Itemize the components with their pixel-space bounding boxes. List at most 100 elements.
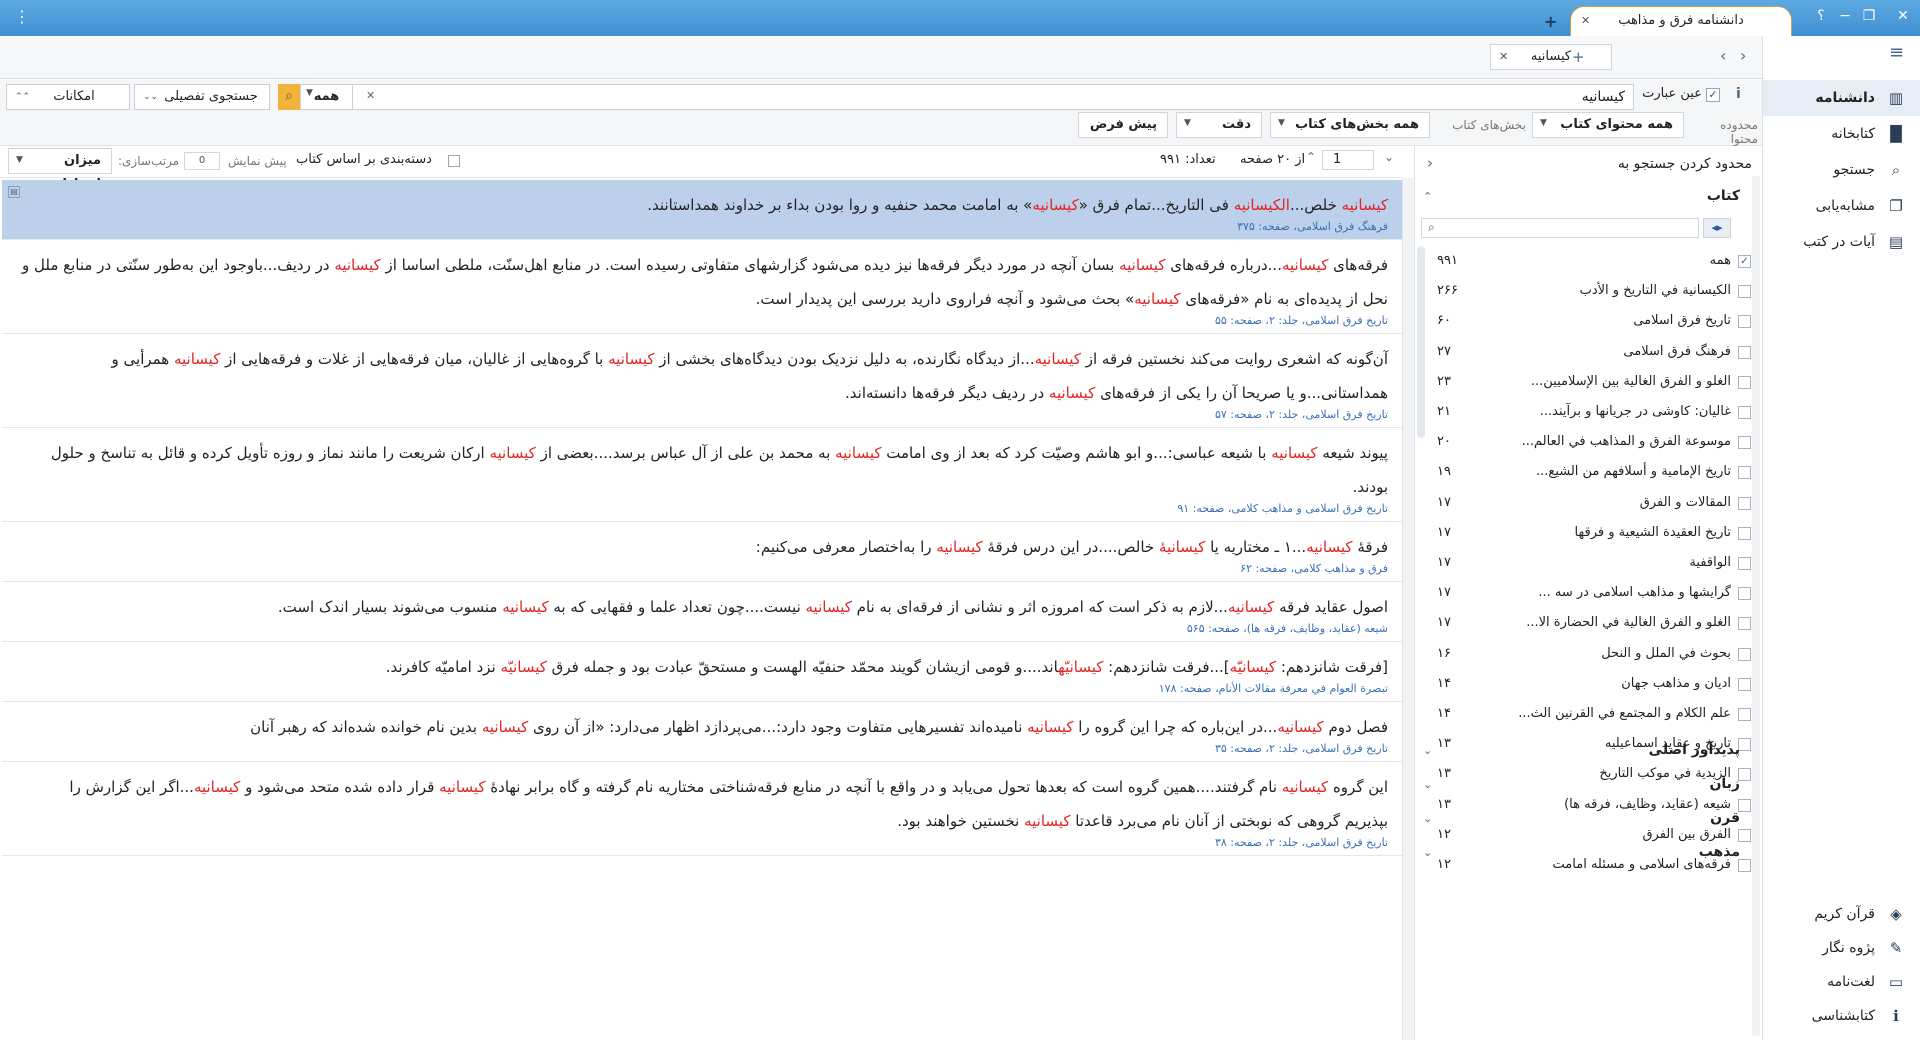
preview-value[interactable]: 0 xyxy=(184,152,220,170)
book-checkbox[interactable] xyxy=(1738,406,1751,419)
book-checkbox[interactable] xyxy=(1738,859,1751,872)
group-by-book-checkbox[interactable] xyxy=(448,155,460,167)
book-filter-row[interactable]: ۱۹ تاريخ الإمامية و أسلافهم من الشيع... xyxy=(1415,457,1763,488)
book-filter-row[interactable]: ۱۷ الواقفية xyxy=(1415,548,1763,579)
result-item[interactable]: فرقۀ کیسانیه...۱ ـ مختاریه یا کیسانیۀ خا… xyxy=(2,522,1402,582)
range-select[interactable]: همه محتوای کتاب xyxy=(1532,112,1684,138)
book-filter-row[interactable]: ۹۹۱ همه ✓ xyxy=(1415,246,1763,277)
tab-back-icon[interactable]: ‹ xyxy=(1720,46,1726,65)
chevron-up-icon[interactable]: ⌃ xyxy=(1423,190,1432,203)
help-button[interactable]: ؟ xyxy=(1812,8,1830,24)
result-item[interactable]: کیسانیه خلص...الکیسانیه فی التاریخ...تما… xyxy=(2,180,1402,240)
nav-item-4[interactable]: آیات در کتب ▤ xyxy=(1763,224,1920,260)
result-item[interactable]: فصل دوم کیسانیه...در این‌باره که چرا این… xyxy=(2,702,1402,762)
page-down-icon[interactable]: ⌄ xyxy=(1384,150,1394,164)
book-checkbox[interactable] xyxy=(1738,617,1751,631)
chevron-down-icon[interactable]: ⌄ xyxy=(1423,744,1432,757)
book-filter-input[interactable]: ⌕ xyxy=(1421,218,1699,238)
window-tab[interactable]: ✕ دانشنامه فرق و مذاهب xyxy=(1570,6,1792,36)
book-filter-button[interactable]: ◂▸ xyxy=(1703,218,1731,238)
options-button[interactable]: ⌃⌃ امکانات xyxy=(6,84,130,110)
filter-section-heading[interactable]: مذهب xyxy=(1699,844,1740,860)
tab-kaysaniyya[interactable]: ✕ کیسانیه xyxy=(1490,44,1612,70)
book-filter-row[interactable]: ۱۷ المقالات و الفرق xyxy=(1415,488,1763,519)
result-item[interactable]: پیوند شیعه کیسانیه با شیعه عباسی:...و اب… xyxy=(2,428,1402,522)
nav-bottom-item-1[interactable]: پژوه نگار ✎ xyxy=(1763,930,1920,966)
sort-select[interactable]: میزان ارتباط xyxy=(8,148,112,192)
result-item[interactable]: آن‌گونه که اشعری روایت می‌کند نخستین فرق… xyxy=(2,334,1402,428)
book-filter-row[interactable]: ۱۷ الغلو و الفرق الغالية في الحضارة الا..… xyxy=(1415,608,1763,639)
chevron-down-icon[interactable]: ▼ xyxy=(306,88,313,98)
nav-item-2[interactable]: جستجو ⌕ xyxy=(1763,152,1920,188)
book-checkbox[interactable] xyxy=(1738,557,1751,570)
exact-phrase-checkbox[interactable]: ✓ xyxy=(1706,88,1720,102)
restore-window-button[interactable]: ❐ xyxy=(1860,8,1878,24)
book-filter-row[interactable]: ۱۴ ادیان و مذاهب جهان xyxy=(1415,669,1763,700)
book-checkbox[interactable] xyxy=(1738,828,1751,842)
book-filter-row[interactable]: ۲۳ الغلو و الفرق الغالية بين الإسلاميين..… xyxy=(1415,367,1763,398)
book-checkbox[interactable] xyxy=(1738,285,1751,299)
page-number-input[interactable]: 1 xyxy=(1322,150,1374,170)
close-tab-icon[interactable]: ✕ xyxy=(1499,45,1508,69)
search-input[interactable]: کیسانیه xyxy=(352,84,1634,110)
book-checkbox[interactable] xyxy=(1738,436,1751,450)
filter-section-heading[interactable]: قرن xyxy=(1710,810,1740,826)
result-source-link[interactable]: تاریخ فرق اسلامی و مذاهب کلامی، صفحه: ۹۱ xyxy=(22,502,1388,515)
book-checkbox[interactable]: ✓ xyxy=(1738,255,1751,268)
result-item[interactable]: [فرقت شانزدهم: کیسانیّه]...فرقت شانزدهم:… xyxy=(2,642,1402,702)
nav-item-3[interactable]: مشابه‌یابی ❐ xyxy=(1763,188,1920,224)
book-checkbox[interactable] xyxy=(1738,677,1751,691)
book-filter-row[interactable]: ۲۷ فرهنگ فرق اسلامی xyxy=(1415,337,1763,368)
collapse-panel-icon[interactable]: › xyxy=(1427,154,1433,172)
book-filter-row[interactable]: ۱۷ گرایشها و مذاهب اسلامی در سه ... xyxy=(1415,578,1763,609)
menu-icon[interactable]: ⋮ xyxy=(14,7,30,26)
expand-icon[interactable]: ▤ xyxy=(8,186,20,198)
filter-section-heading[interactable]: پدیدآور اصلی xyxy=(1649,742,1740,758)
result-item[interactable]: فرقه‌های کیسانیه...درباره فرقه‌های کیسان… xyxy=(2,240,1402,334)
parts-select[interactable]: همه بخش‌های کتاب xyxy=(1270,112,1430,138)
search-button[interactable]: ⌕ xyxy=(278,84,300,110)
book-filter-row[interactable]: ۲۰ موسوعة الفرق و المذاهب في العالم... xyxy=(1415,427,1763,458)
results-scrollbar[interactable] xyxy=(1402,178,1414,1040)
nav-bottom-item-2[interactable]: لغت‌نامه ▭ xyxy=(1763,964,1920,1000)
book-filter-row[interactable]: ۲۱ غالیان: کاوشی در جریانها و برآیند... xyxy=(1415,397,1763,428)
book-checkbox[interactable] xyxy=(1738,647,1751,661)
chevron-down-icon[interactable]: ⌄ xyxy=(1423,778,1432,791)
book-filter-row[interactable]: ۱۴ علم الكلام و المجتمع في القرنين الث... xyxy=(1415,699,1763,730)
hamburger-icon[interactable]: ≡ xyxy=(1889,42,1904,63)
clear-search-icon[interactable]: ✕ xyxy=(366,89,375,102)
close-tab-icon[interactable]: ✕ xyxy=(1581,7,1590,35)
add-tab-button[interactable]: + xyxy=(1572,48,1585,66)
chevron-down-icon[interactable]: ▼ xyxy=(1540,118,1547,128)
book-filter-row[interactable]: ۶۰ تاریخ فرق اسلامی xyxy=(1415,306,1763,337)
advanced-search-button[interactable]: ⌄⌄ جستجوی تفصیلی xyxy=(134,84,270,110)
close-window-button[interactable]: ✕ xyxy=(1894,8,1912,24)
chevron-down-icon[interactable]: ▼ xyxy=(1278,118,1285,128)
nav-bottom-item-0[interactable]: قرآن کریم ◈ xyxy=(1763,896,1920,932)
book-checkbox[interactable] xyxy=(1738,708,1751,721)
chevron-down-icon[interactable]: ⌄ xyxy=(1423,812,1432,825)
chevron-down-icon[interactable]: ▼ xyxy=(16,155,23,165)
book-filter-row[interactable]: ۲۶۶ الكيسانية في التاريخ و الأدب xyxy=(1415,276,1763,307)
book-filter-row[interactable]: ۱۷ تاريخ العقيدة الشيعية و فرقها xyxy=(1415,518,1763,549)
nav-bottom-item-3[interactable]: کتابشناسی ℹ xyxy=(1763,998,1920,1034)
nav-item-1[interactable]: کتابخانه ▐▌ xyxy=(1763,116,1920,152)
tab-forward-icon[interactable]: › xyxy=(1740,46,1746,65)
nav-item-0[interactable]: دانشنامه ▥ xyxy=(1763,80,1920,116)
book-checkbox[interactable] xyxy=(1738,496,1751,510)
book-checkbox[interactable] xyxy=(1738,587,1751,601)
book-checkbox[interactable] xyxy=(1738,375,1751,389)
minimize-window-button[interactable]: − xyxy=(1836,8,1854,24)
default-select[interactable]: پیش فرض xyxy=(1078,112,1168,138)
chevron-down-icon[interactable]: ⌄ xyxy=(1423,846,1432,859)
info-icon[interactable]: i xyxy=(1736,86,1741,102)
book-filter-row[interactable]: ۱۶ بحوث في الملل و النحل xyxy=(1415,639,1763,670)
book-checkbox[interactable] xyxy=(1738,315,1751,329)
chevron-down-icon[interactable]: ▼ xyxy=(1184,118,1191,128)
book-checkbox[interactable] xyxy=(1738,526,1751,540)
result-item[interactable]: این گروه کیسانیه نام گرفتند....همین گروه… xyxy=(2,762,1402,856)
book-checkbox[interactable] xyxy=(1738,345,1751,359)
result-item[interactable]: اصول عقاید فرقه کیسانیه...لازم به ذکر اس… xyxy=(2,582,1402,642)
filter-section-heading[interactable]: زبان xyxy=(1709,776,1740,792)
book-checkbox[interactable] xyxy=(1738,466,1751,480)
